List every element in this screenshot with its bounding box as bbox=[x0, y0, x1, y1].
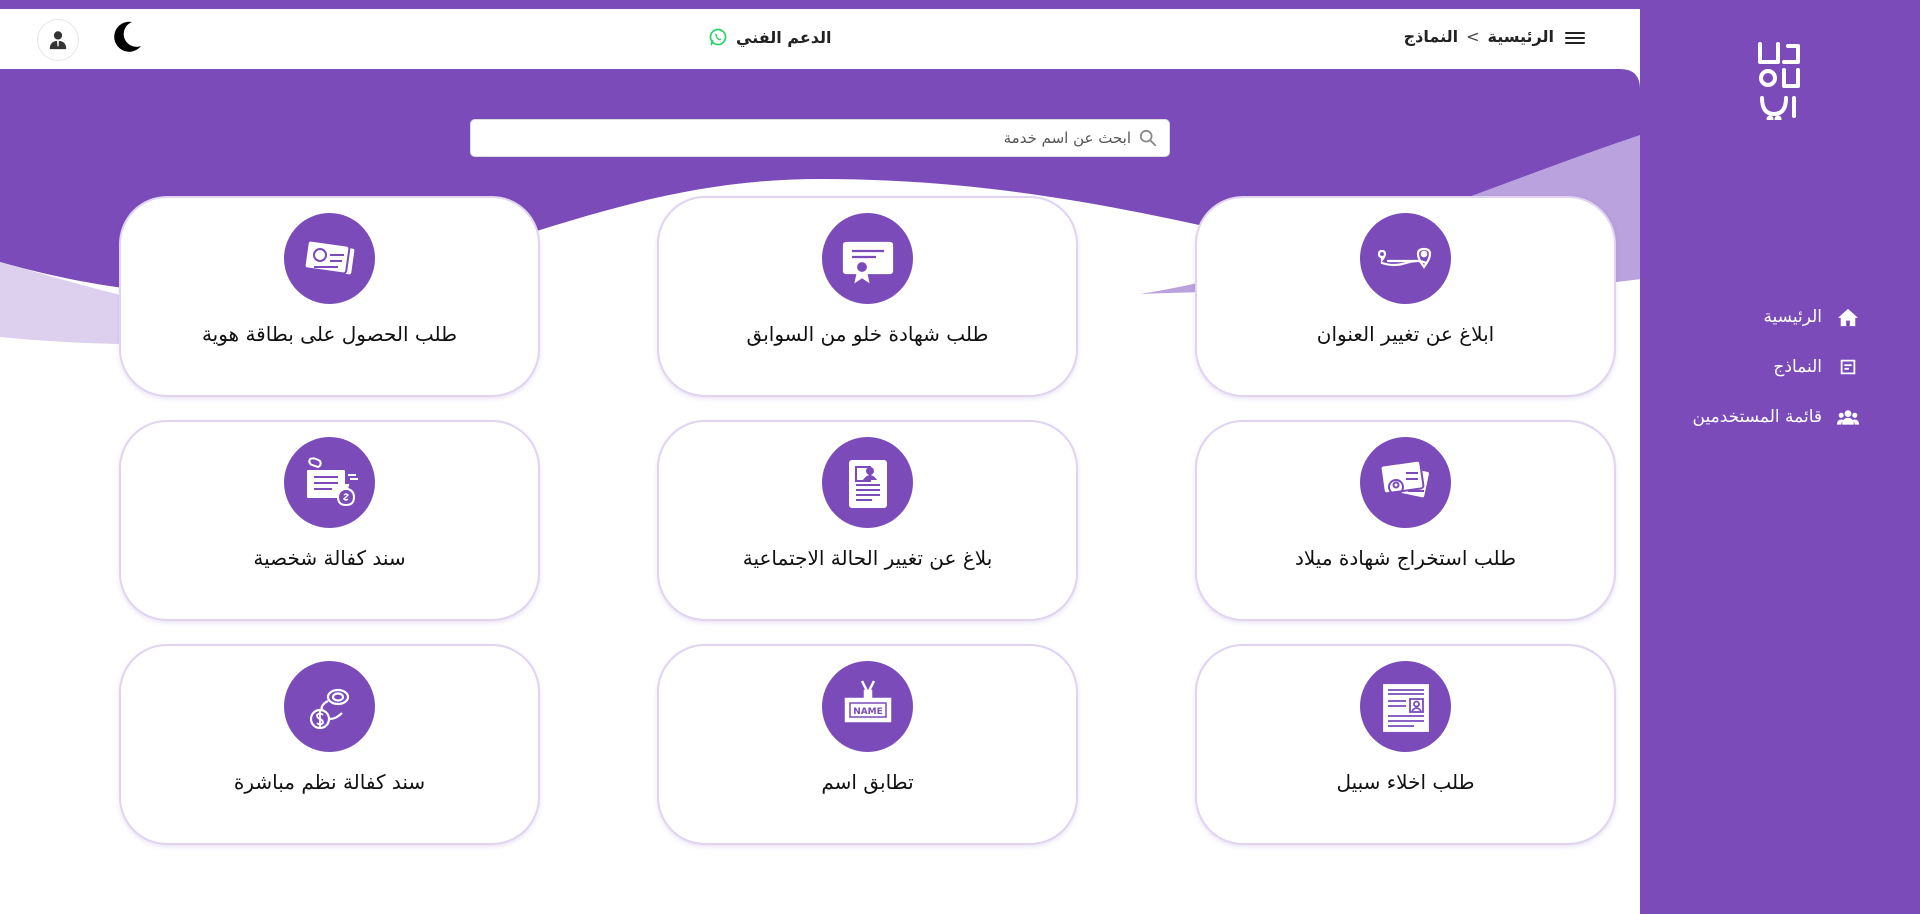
service-title: بلاغ عن تغيير الحالة الاجتماعية bbox=[742, 546, 993, 570]
search-input[interactable] bbox=[483, 129, 1131, 147]
users-icon bbox=[1836, 407, 1860, 427]
breadcrumb-home[interactable]: الرئيسية bbox=[1488, 27, 1555, 46]
service-card[interactable]: بلاغ عن تغيير الحالة الاجتماعية bbox=[657, 420, 1078, 621]
name-badge-icon: NAME bbox=[822, 661, 913, 752]
name-badge-text: NAME bbox=[853, 707, 883, 717]
money-icon bbox=[284, 661, 375, 752]
logo-mark-icon bbox=[1758, 42, 1800, 123]
service-card[interactable]: سند كفالة شخصية bbox=[119, 420, 540, 621]
document-icon bbox=[822, 437, 913, 528]
breadcrumb-separator: > bbox=[1466, 27, 1480, 46]
service-card[interactable]: سند كفالة نظم مباشرة bbox=[119, 644, 540, 845]
service-card[interactable]: ابلاغ عن تغيير العنوان bbox=[1195, 196, 1616, 397]
service-card[interactable]: طلب شهادة خلو من السوابق bbox=[657, 196, 1078, 397]
top-header: الرئيسية > النماذج الدعم الفني bbox=[0, 9, 1640, 69]
technical-support-link[interactable]: الدعم الفني bbox=[708, 27, 832, 47]
home-icon bbox=[1836, 307, 1860, 327]
service-card[interactable]: NAME تطابق اسم bbox=[657, 644, 1078, 845]
search-icon[interactable] bbox=[1139, 129, 1157, 147]
service-title: سند كفالة نظم مباشرة bbox=[233, 770, 426, 794]
sidebar-item-label: الرئيسية bbox=[1763, 307, 1822, 327]
sidebar-item-label: النماذج bbox=[1773, 357, 1822, 377]
top-accent-strip bbox=[0, 0, 1640, 9]
address-change-icon bbox=[1360, 213, 1451, 304]
birth-certificate-icon bbox=[1360, 437, 1451, 528]
service-card[interactable]: طلب استخراج شهادة ميلاد bbox=[1195, 420, 1616, 621]
app-logo[interactable] bbox=[1754, 40, 1804, 123]
service-title: طلب اخلاء سبيل bbox=[1336, 770, 1475, 794]
service-title: ابلاغ عن تغيير العنوان bbox=[1316, 322, 1495, 346]
whatsapp-icon bbox=[709, 28, 727, 46]
id-card-icon bbox=[284, 213, 375, 304]
service-title: تطابق اسم bbox=[821, 770, 914, 794]
certificate-icon bbox=[822, 213, 913, 304]
menu-toggle-icon[interactable] bbox=[1565, 24, 1585, 52]
breadcrumb-current: النماذج bbox=[1403, 27, 1459, 46]
sidebar-nav: الرئيسية النماذج قائمة المستخدمين bbox=[1640, 292, 1920, 442]
sidebar-item-label: قائمة المستخدمين bbox=[1692, 407, 1822, 427]
service-card[interactable]: طلب الحصول على بطاقة هوية bbox=[119, 196, 540, 397]
services-grid: ابلاغ عن تغيير العنوان طلب شهادة خلو من … bbox=[118, 196, 1616, 845]
support-label: الدعم الفني bbox=[736, 27, 832, 47]
service-card[interactable]: طلب اخلاء سبيل bbox=[1195, 644, 1616, 845]
user-icon bbox=[49, 31, 67, 50]
user-avatar[interactable] bbox=[38, 20, 78, 60]
service-title: سند كفالة شخصية bbox=[253, 546, 406, 570]
sidebar-item-users[interactable]: قائمة المستخدمين bbox=[1640, 392, 1920, 442]
breadcrumb: الرئيسية > النماذج bbox=[1404, 27, 1554, 46]
sidebar: الرئيسية النماذج قائمة المستخدمين bbox=[1640, 0, 1920, 914]
service-title: طلب استخراج شهادة ميلاد bbox=[1294, 546, 1517, 570]
sidebar-item-home[interactable]: الرئيسية bbox=[1640, 292, 1920, 342]
forms-icon bbox=[1836, 357, 1860, 377]
service-search-bar bbox=[470, 119, 1170, 157]
dark-mode-toggle-icon[interactable] bbox=[110, 19, 144, 55]
sidebar-item-forms[interactable]: النماذج bbox=[1640, 342, 1920, 392]
service-title: طلب الحصول على بطاقة هوية bbox=[201, 322, 458, 346]
release-document-icon bbox=[1360, 661, 1451, 752]
service-title: طلب شهادة خلو من السوابق bbox=[746, 322, 989, 346]
guarantee-icon bbox=[284, 437, 375, 528]
